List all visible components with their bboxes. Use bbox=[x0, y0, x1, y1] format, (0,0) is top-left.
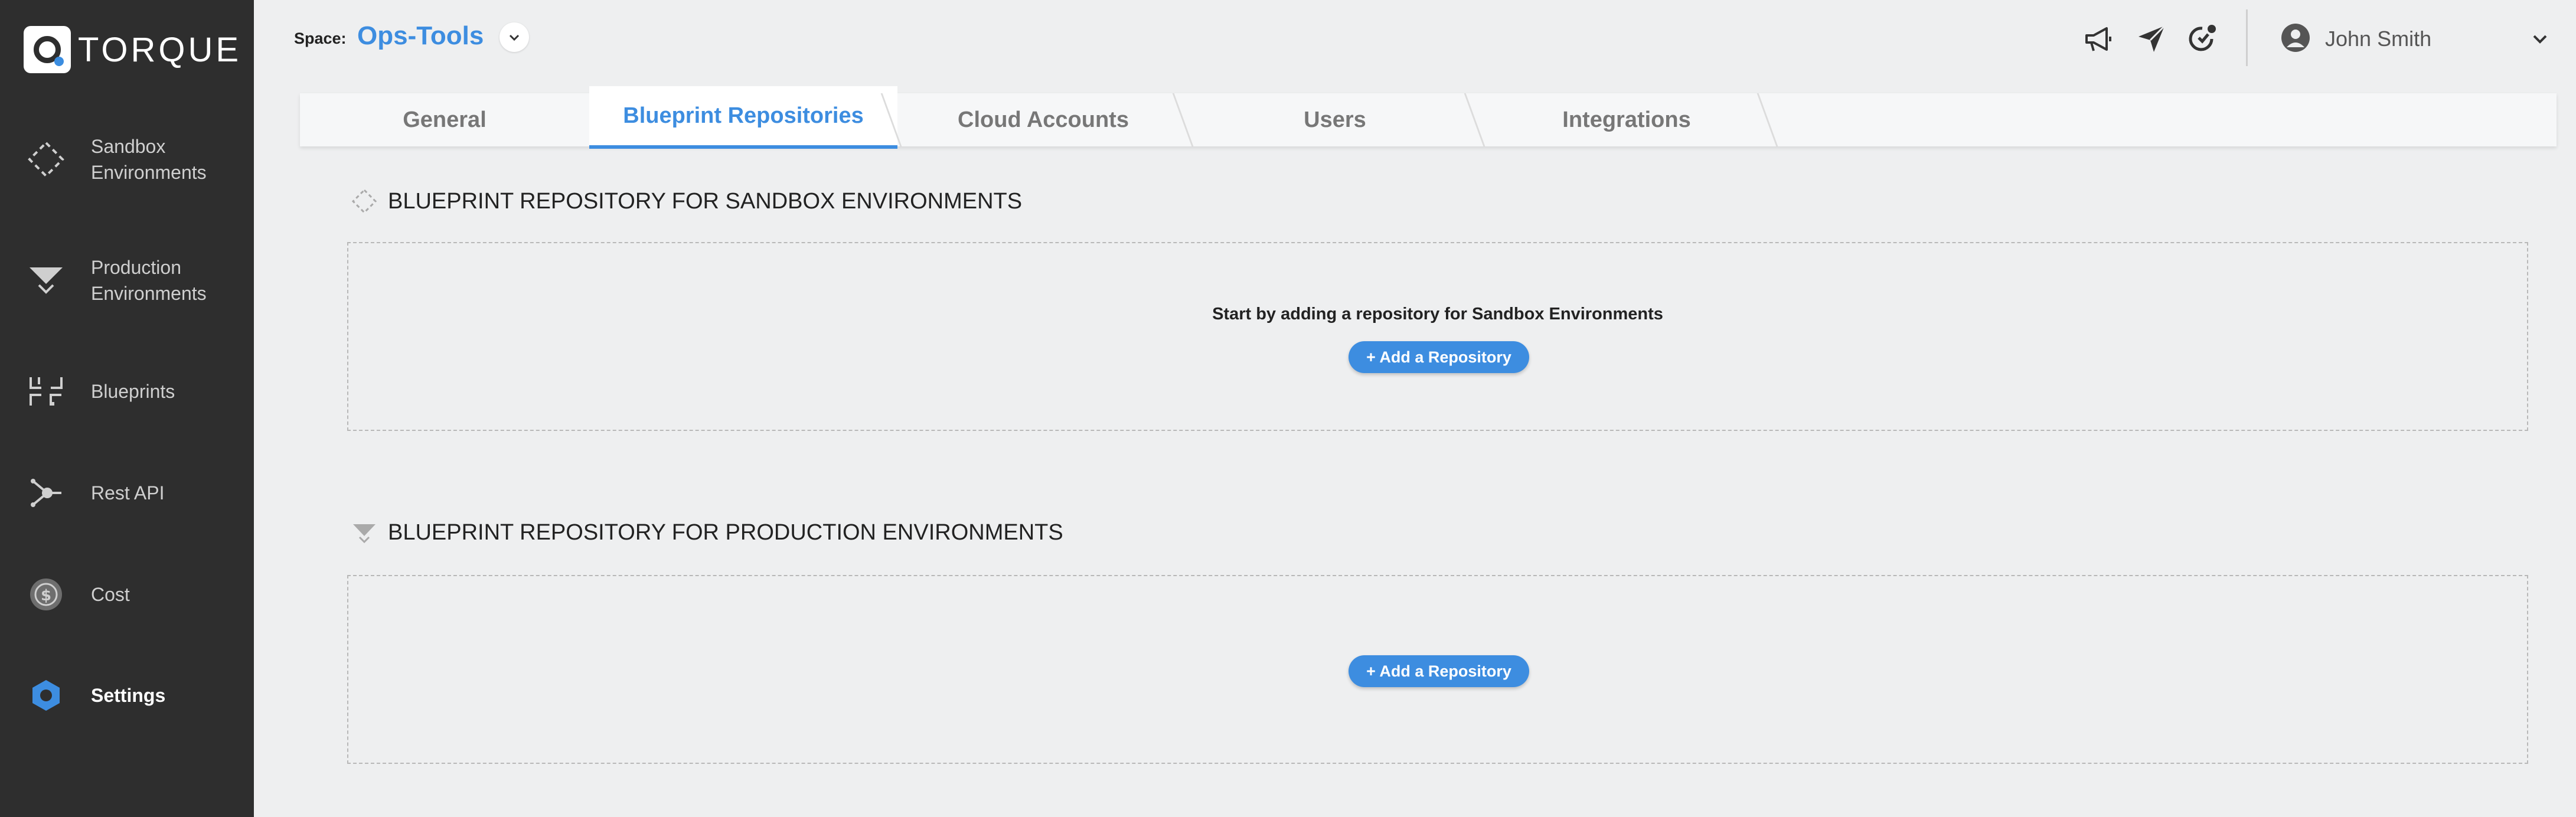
tab-cloud-accounts[interactable]: Cloud Accounts bbox=[897, 93, 1189, 146]
app-root: TORQUE Sandbox Environments Production E… bbox=[0, 0, 2576, 817]
dashed-diamond-icon bbox=[27, 140, 65, 178]
funnel-icon bbox=[27, 262, 65, 299]
user-name: John Smith bbox=[2325, 27, 2432, 51]
production-repository-dropzone: + Add a Repository bbox=[347, 575, 2528, 764]
sidebar-item-production-environments[interactable]: Production Environments bbox=[0, 239, 254, 322]
sidebar-item-label: Sandbox Environments bbox=[91, 136, 207, 183]
torque-logo[interactable]: TORQUE bbox=[24, 26, 241, 73]
space-label: Space: bbox=[294, 30, 347, 47]
sidebar-item-label: Cost bbox=[91, 584, 130, 605]
sidebar-item-label: Rest API bbox=[91, 482, 165, 504]
top-header: Space: Ops-Tools John Smith bbox=[254, 0, 2576, 77]
sidebar-item-rest-api[interactable]: Rest API bbox=[0, 452, 254, 534]
add-production-repository-button[interactable]: + Add a Repository bbox=[1349, 655, 1529, 687]
api-node-icon bbox=[27, 474, 65, 512]
blueprint-corners-icon bbox=[27, 372, 65, 410]
tab-general[interactable]: General bbox=[300, 93, 589, 146]
sandbox-section-title: BLUEPRINT REPOSITORY FOR SANDBOX ENVIRON… bbox=[388, 188, 1023, 214]
sandbox-empty-message: Start by adding a repository for Sandbox… bbox=[1212, 305, 1663, 323]
settings-tabs: General Blueprint Repositories Cloud Acc… bbox=[300, 86, 2557, 149]
sidebar-item-blueprints[interactable]: Blueprints bbox=[0, 350, 254, 433]
add-sandbox-repository-button[interactable]: + Add a Repository bbox=[1349, 341, 1529, 373]
chevron-down-icon[interactable] bbox=[499, 22, 529, 52]
sidebar-item-cost[interactable]: $ Cost bbox=[0, 553, 254, 636]
user-avatar-icon bbox=[2279, 21, 2312, 57]
header-divider bbox=[2246, 9, 2248, 66]
svg-text:$: $ bbox=[41, 587, 51, 604]
tab-users[interactable]: Users bbox=[1189, 93, 1481, 146]
user-chevron-down-icon[interactable] bbox=[2523, 22, 2557, 55]
production-section-title: BLUEPRINT REPOSITORY FOR PRODUCTION ENVI… bbox=[388, 519, 1063, 545]
user-menu[interactable]: John Smith bbox=[2279, 22, 2431, 55]
brand-name: TORQUE bbox=[78, 30, 242, 69]
sidebar-item-sandbox-environments[interactable]: Sandbox Environments bbox=[0, 118, 254, 201]
sidebar-item-label: Settings bbox=[91, 685, 166, 706]
production-section-header: BLUEPRINT REPOSITORY FOR PRODUCTION ENVI… bbox=[351, 518, 1063, 547]
sidebar: TORQUE Sandbox Environments Production E… bbox=[0, 0, 254, 817]
megaphone-icon[interactable] bbox=[2082, 22, 2115, 55]
sidebar-item-label: Production Environments bbox=[91, 257, 207, 304]
sandbox-repository-dropzone: Start by adding a repository for Sandbox… bbox=[347, 242, 2528, 431]
sidebar-item-label: Blueprints bbox=[91, 381, 175, 402]
tab-blueprint-repositories[interactable]: Blueprint Repositories bbox=[589, 86, 897, 149]
dashed-diamond-icon bbox=[351, 188, 377, 214]
paper-plane-icon[interactable] bbox=[2135, 22, 2168, 55]
tab-integrations[interactable]: Integrations bbox=[1481, 93, 1772, 146]
gear-hexagon-icon bbox=[27, 677, 65, 714]
dollar-coin-icon: $ bbox=[27, 576, 65, 613]
sidebar-item-settings[interactable]: Settings bbox=[0, 654, 254, 737]
torque-logo-mark-icon bbox=[24, 26, 71, 73]
space-selector[interactable]: Ops-Tools bbox=[357, 21, 484, 51]
notification-refresh-icon[interactable] bbox=[2186, 22, 2219, 55]
sandbox-section-header: BLUEPRINT REPOSITORY FOR SANDBOX ENVIRON… bbox=[351, 187, 1022, 216]
funnel-icon bbox=[351, 519, 377, 545]
